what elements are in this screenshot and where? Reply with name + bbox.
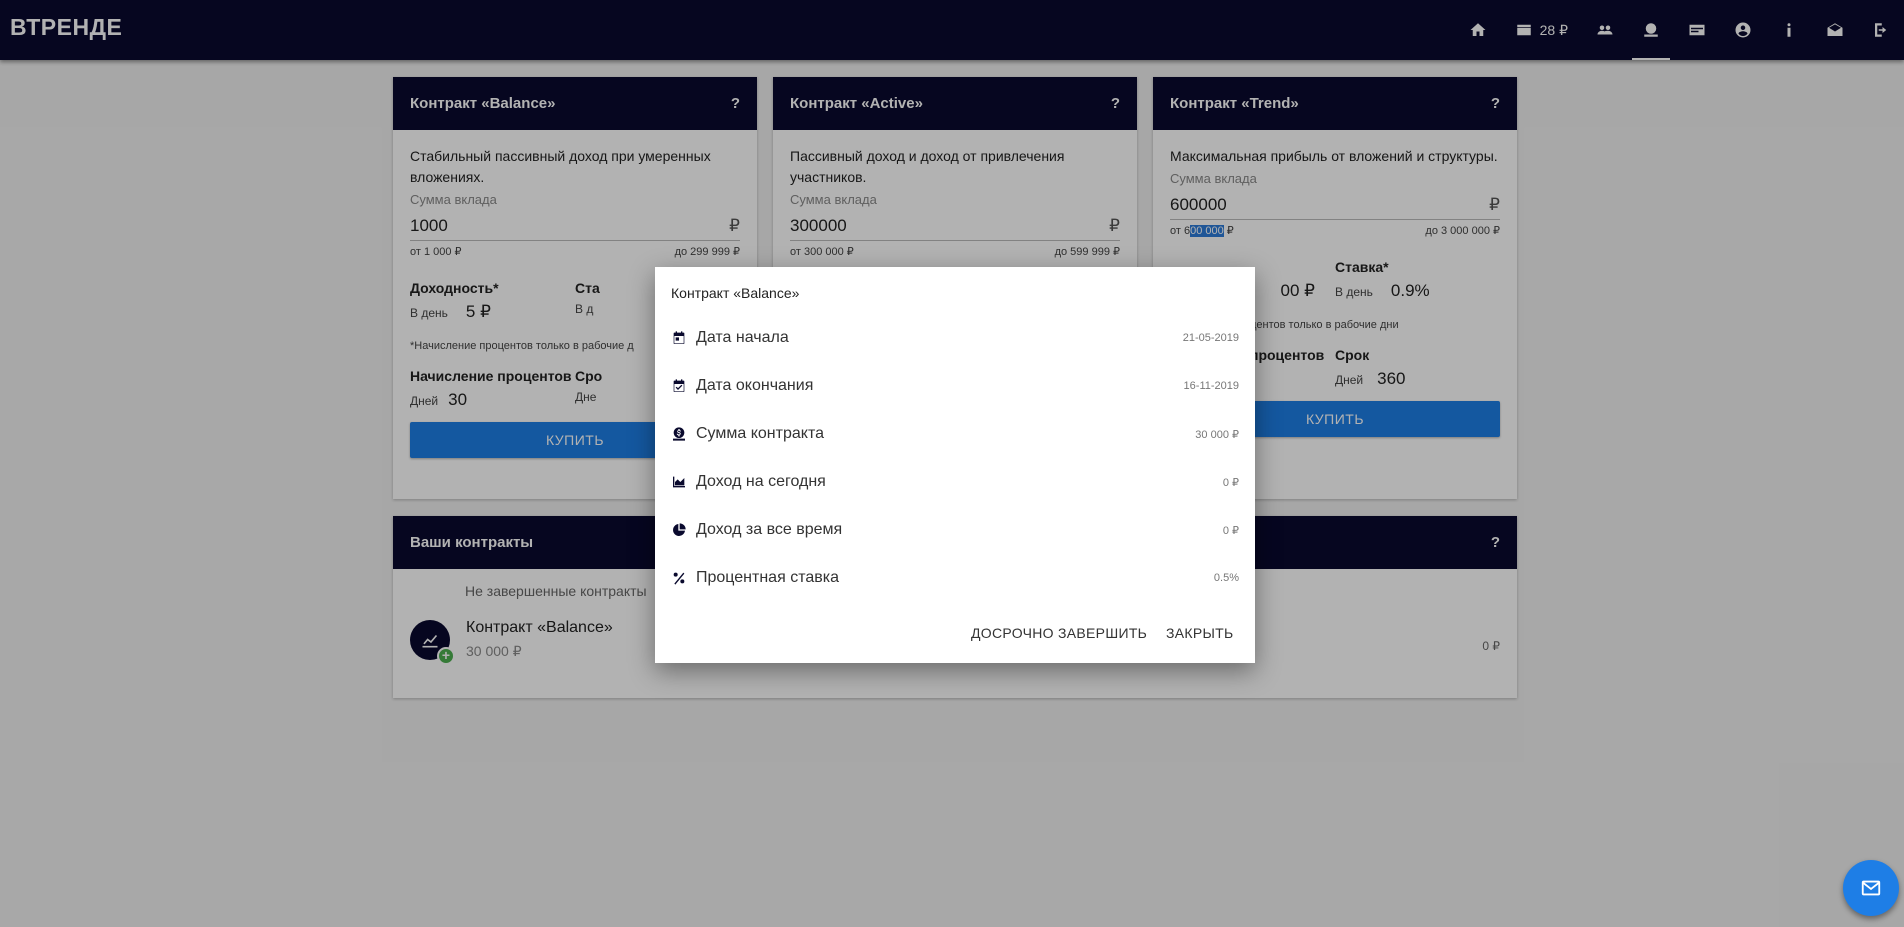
money-icon (673, 427, 685, 441)
dialog-title: Контракт «Balance» (671, 285, 800, 301)
row-value: 0 ₽ (1222, 476, 1239, 489)
row-value: 0 ₽ (1222, 524, 1239, 537)
row-value: 21-05-2019 (1182, 332, 1239, 344)
area-chart-icon (673, 476, 685, 488)
row-contract-sum: Сумма контракта 30 000 ₽ (671, 422, 1239, 446)
row-label: Доход на сегодня (696, 473, 826, 490)
finish-early-button[interactable]: ДОСРОЧНО ЗАВЕРШИТЬ (971, 625, 1147, 641)
contract-details-dialog: Контракт «Balance» Дата начала 21-05-201… (655, 267, 1255, 663)
row-label: Процентная ставка (696, 569, 839, 586)
pie-chart-icon (673, 523, 686, 536)
calendar-check-icon (673, 379, 685, 392)
row-label: Дата начала (696, 329, 789, 346)
row-label: Сумма контракта (696, 425, 824, 442)
row-label: Доход за все время (696, 521, 843, 538)
row-value: 16-11-2019 (1183, 380, 1239, 392)
row-start-date: Дата начала 21-05-2019 (671, 326, 1239, 350)
row-label: Дата окончания (696, 377, 814, 394)
message-fab-button[interactable] (1843, 860, 1899, 916)
row-end-date: Дата окончания 16-11-2019 (671, 374, 1239, 398)
percent-icon (673, 572, 685, 585)
calendar-icon (673, 331, 685, 344)
row-value: 30 000 ₽ (1195, 428, 1239, 441)
row-income-today: Доход на сегодня 0 ₽ (671, 470, 1239, 494)
envelope-icon (1861, 880, 1881, 896)
row-interest-rate: Процентная ставка 0.5% (671, 566, 1239, 590)
row-value: 0.5% (1213, 572, 1239, 584)
row-income-total: Доход за все время 0 ₽ (671, 518, 1239, 542)
close-button[interactable]: ЗАКРЫТЬ (1166, 625, 1234, 641)
